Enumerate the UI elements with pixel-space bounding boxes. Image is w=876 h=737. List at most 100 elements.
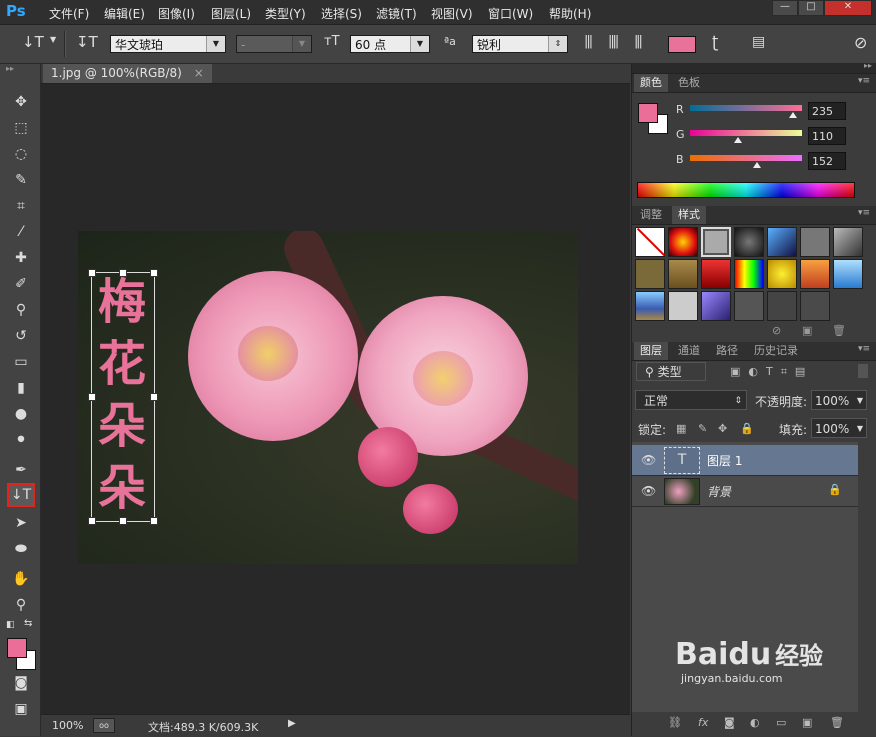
screen-mode-icon[interactable]: ▣ bbox=[8, 698, 34, 720]
minimize-button[interactable]: — bbox=[772, 0, 798, 16]
dodge-tool-icon[interactable]: ⚫ bbox=[8, 429, 34, 451]
clear-style-icon[interactable]: ⊘ bbox=[772, 324, 781, 337]
vertical-type-icon[interactable]: ↓T bbox=[22, 33, 44, 51]
zoom-tool-icon[interactable]: ⚲ bbox=[8, 594, 34, 616]
foreground-color-swatch[interactable] bbox=[638, 103, 658, 123]
menu-image[interactable]: 图像(I) bbox=[158, 5, 195, 22]
menu-file[interactable]: 文件(F) bbox=[49, 5, 89, 22]
eye-icon[interactable]: 👁 bbox=[641, 484, 656, 498]
layer-name[interactable]: 背景 bbox=[707, 483, 731, 500]
transform-handle[interactable] bbox=[150, 393, 158, 401]
quick-select-tool-icon[interactable]: ✎ bbox=[8, 169, 34, 191]
style-swatch[interactable] bbox=[734, 291, 764, 321]
adjustment-layer-icon[interactable]: ◐ bbox=[750, 716, 760, 729]
lock-transparent-icon[interactable]: ▦ bbox=[676, 422, 686, 435]
text-orientation-icon[interactable]: ↧T bbox=[76, 33, 98, 51]
vertical-text-layer[interactable]: 梅 花 朵 朵 bbox=[92, 271, 152, 519]
vertical-type-tool-icon[interactable]: ↓T bbox=[7, 483, 35, 507]
eyedropper-tool-icon[interactable]: ⁄ bbox=[8, 221, 34, 243]
style-swatch[interactable] bbox=[800, 227, 830, 257]
style-swatch[interactable] bbox=[767, 291, 797, 321]
zoom-level[interactable]: 100% bbox=[52, 719, 83, 732]
new-style-icon[interactable]: ▣ bbox=[802, 324, 812, 337]
layer-filter-select[interactable]: ⚲ 类型 bbox=[636, 362, 706, 381]
transform-handle[interactable] bbox=[119, 517, 127, 525]
ellipse-tool-icon[interactable]: ⬬ bbox=[8, 538, 34, 560]
panel-menu-icon[interactable]: ▾≡ bbox=[858, 76, 870, 86]
transform-handle[interactable] bbox=[88, 269, 96, 277]
style-swatch[interactable] bbox=[668, 259, 698, 289]
green-slider[interactable] bbox=[690, 130, 802, 136]
maximize-button[interactable]: □ bbox=[798, 0, 824, 16]
blue-slider[interactable] bbox=[690, 155, 802, 161]
new-group-icon[interactable]: ▭ bbox=[776, 716, 786, 729]
opacity-field[interactable]: 100% ▼ bbox=[811, 390, 867, 410]
panel-menu-icon[interactable]: ▾≡ bbox=[858, 208, 870, 218]
status-toggle-icon[interactable]: oo bbox=[93, 718, 115, 733]
align-top-icon[interactable]: ||| bbox=[584, 34, 593, 49]
delete-style-icon[interactable]: 🗑 bbox=[832, 324, 846, 337]
fill-field[interactable]: 100% ▼ bbox=[811, 418, 867, 438]
pen-tool-icon[interactable]: ✒ bbox=[8, 459, 34, 481]
character-panel-icon[interactable]: ▤ bbox=[752, 34, 765, 50]
link-layers-icon[interactable]: ⛓ bbox=[668, 716, 682, 729]
path-select-tool-icon[interactable]: ➤ bbox=[8, 512, 34, 534]
close-tab-icon[interactable]: × bbox=[194, 66, 204, 80]
style-swatch[interactable] bbox=[734, 259, 764, 289]
marquee-tool-icon[interactable]: ⬚ bbox=[8, 117, 34, 139]
status-menu-icon[interactable]: ▶ bbox=[288, 718, 296, 729]
red-slider[interactable] bbox=[690, 105, 802, 111]
delete-layer-icon[interactable]: 🗑 bbox=[830, 716, 844, 729]
menu-edit[interactable]: 编辑(E) bbox=[104, 5, 145, 22]
style-swatch[interactable] bbox=[800, 291, 830, 321]
style-swatch[interactable] bbox=[833, 259, 863, 289]
crop-tool-icon[interactable]: ⌗ bbox=[8, 195, 34, 217]
lock-pixels-icon[interactable]: ✎ bbox=[698, 422, 707, 435]
menu-window[interactable]: 窗口(W) bbox=[488, 5, 533, 22]
filter-icons[interactable]: ▣◐T⌗▤ bbox=[730, 365, 813, 379]
transform-handle[interactable] bbox=[150, 517, 158, 525]
green-value-field[interactable]: 110 bbox=[808, 127, 846, 145]
style-swatch[interactable] bbox=[833, 227, 863, 257]
menu-view[interactable]: 视图(V) bbox=[431, 5, 473, 22]
eye-icon[interactable]: 👁 bbox=[641, 453, 656, 467]
layer-effects-icon[interactable]: fx bbox=[698, 716, 708, 729]
swap-colors-icon[interactable]: ⇆ bbox=[24, 618, 32, 629]
menu-help[interactable]: 帮助(H) bbox=[549, 5, 591, 22]
move-tool-icon[interactable]: ✥ bbox=[8, 91, 34, 113]
style-swatch[interactable] bbox=[635, 227, 666, 257]
antialias-select[interactable]: 锐利 ⇕ bbox=[472, 35, 568, 53]
lock-all-icon[interactable]: 🔒 bbox=[740, 422, 754, 435]
quick-mask-icon[interactable]: ◙ bbox=[8, 672, 34, 694]
chevron-down-icon[interactable]: ▼ bbox=[50, 35, 56, 44]
brush-tool-icon[interactable]: ✐ bbox=[8, 273, 34, 295]
style-swatch[interactable] bbox=[701, 291, 731, 321]
style-swatch[interactable] bbox=[635, 291, 665, 321]
text-color-swatch[interactable] bbox=[668, 36, 696, 53]
blur-tool-icon[interactable]: ● bbox=[8, 403, 34, 425]
foreground-color-swatch[interactable] bbox=[7, 638, 27, 658]
blend-mode-select[interactable]: 正常 ⇕ bbox=[635, 390, 747, 410]
history-brush-tool-icon[interactable]: ↺ bbox=[8, 325, 34, 347]
style-swatch[interactable] bbox=[668, 227, 698, 257]
font-style-select[interactable]: - ▼ bbox=[236, 35, 312, 53]
lasso-tool-icon[interactable]: ◌ bbox=[8, 143, 34, 165]
menu-type[interactable]: 类型(Y) bbox=[265, 5, 306, 22]
tab-color[interactable]: 颜色 bbox=[634, 74, 668, 92]
warp-text-icon[interactable]: ʈ bbox=[712, 32, 718, 51]
style-swatch[interactable] bbox=[635, 259, 665, 289]
tab-swatches[interactable]: 色板 bbox=[672, 74, 706, 92]
clone-stamp-tool-icon[interactable]: ⚲ bbox=[8, 299, 34, 321]
font-family-select[interactable]: 华文琥珀 ▼ bbox=[110, 35, 226, 53]
style-swatch[interactable] bbox=[767, 227, 797, 257]
tab-channels[interactable]: 通道 bbox=[672, 342, 706, 360]
cancel-icon[interactable]: ⊘ bbox=[854, 33, 867, 52]
font-size-select[interactable]: 60 点 ▼ bbox=[350, 35, 430, 53]
style-swatch[interactable] bbox=[734, 227, 764, 257]
tab-history[interactable]: 历史记录 bbox=[748, 342, 804, 360]
align-center-icon[interactable]: |‖| bbox=[608, 34, 619, 49]
layer-row-background[interactable]: 👁 背景 🔒 bbox=[632, 476, 858, 507]
document-canvas[interactable]: 梅 花 朵 朵 bbox=[78, 231, 578, 564]
healing-brush-tool-icon[interactable]: ✚ bbox=[8, 247, 34, 269]
filter-toggle-icon[interactable] bbox=[858, 364, 868, 378]
